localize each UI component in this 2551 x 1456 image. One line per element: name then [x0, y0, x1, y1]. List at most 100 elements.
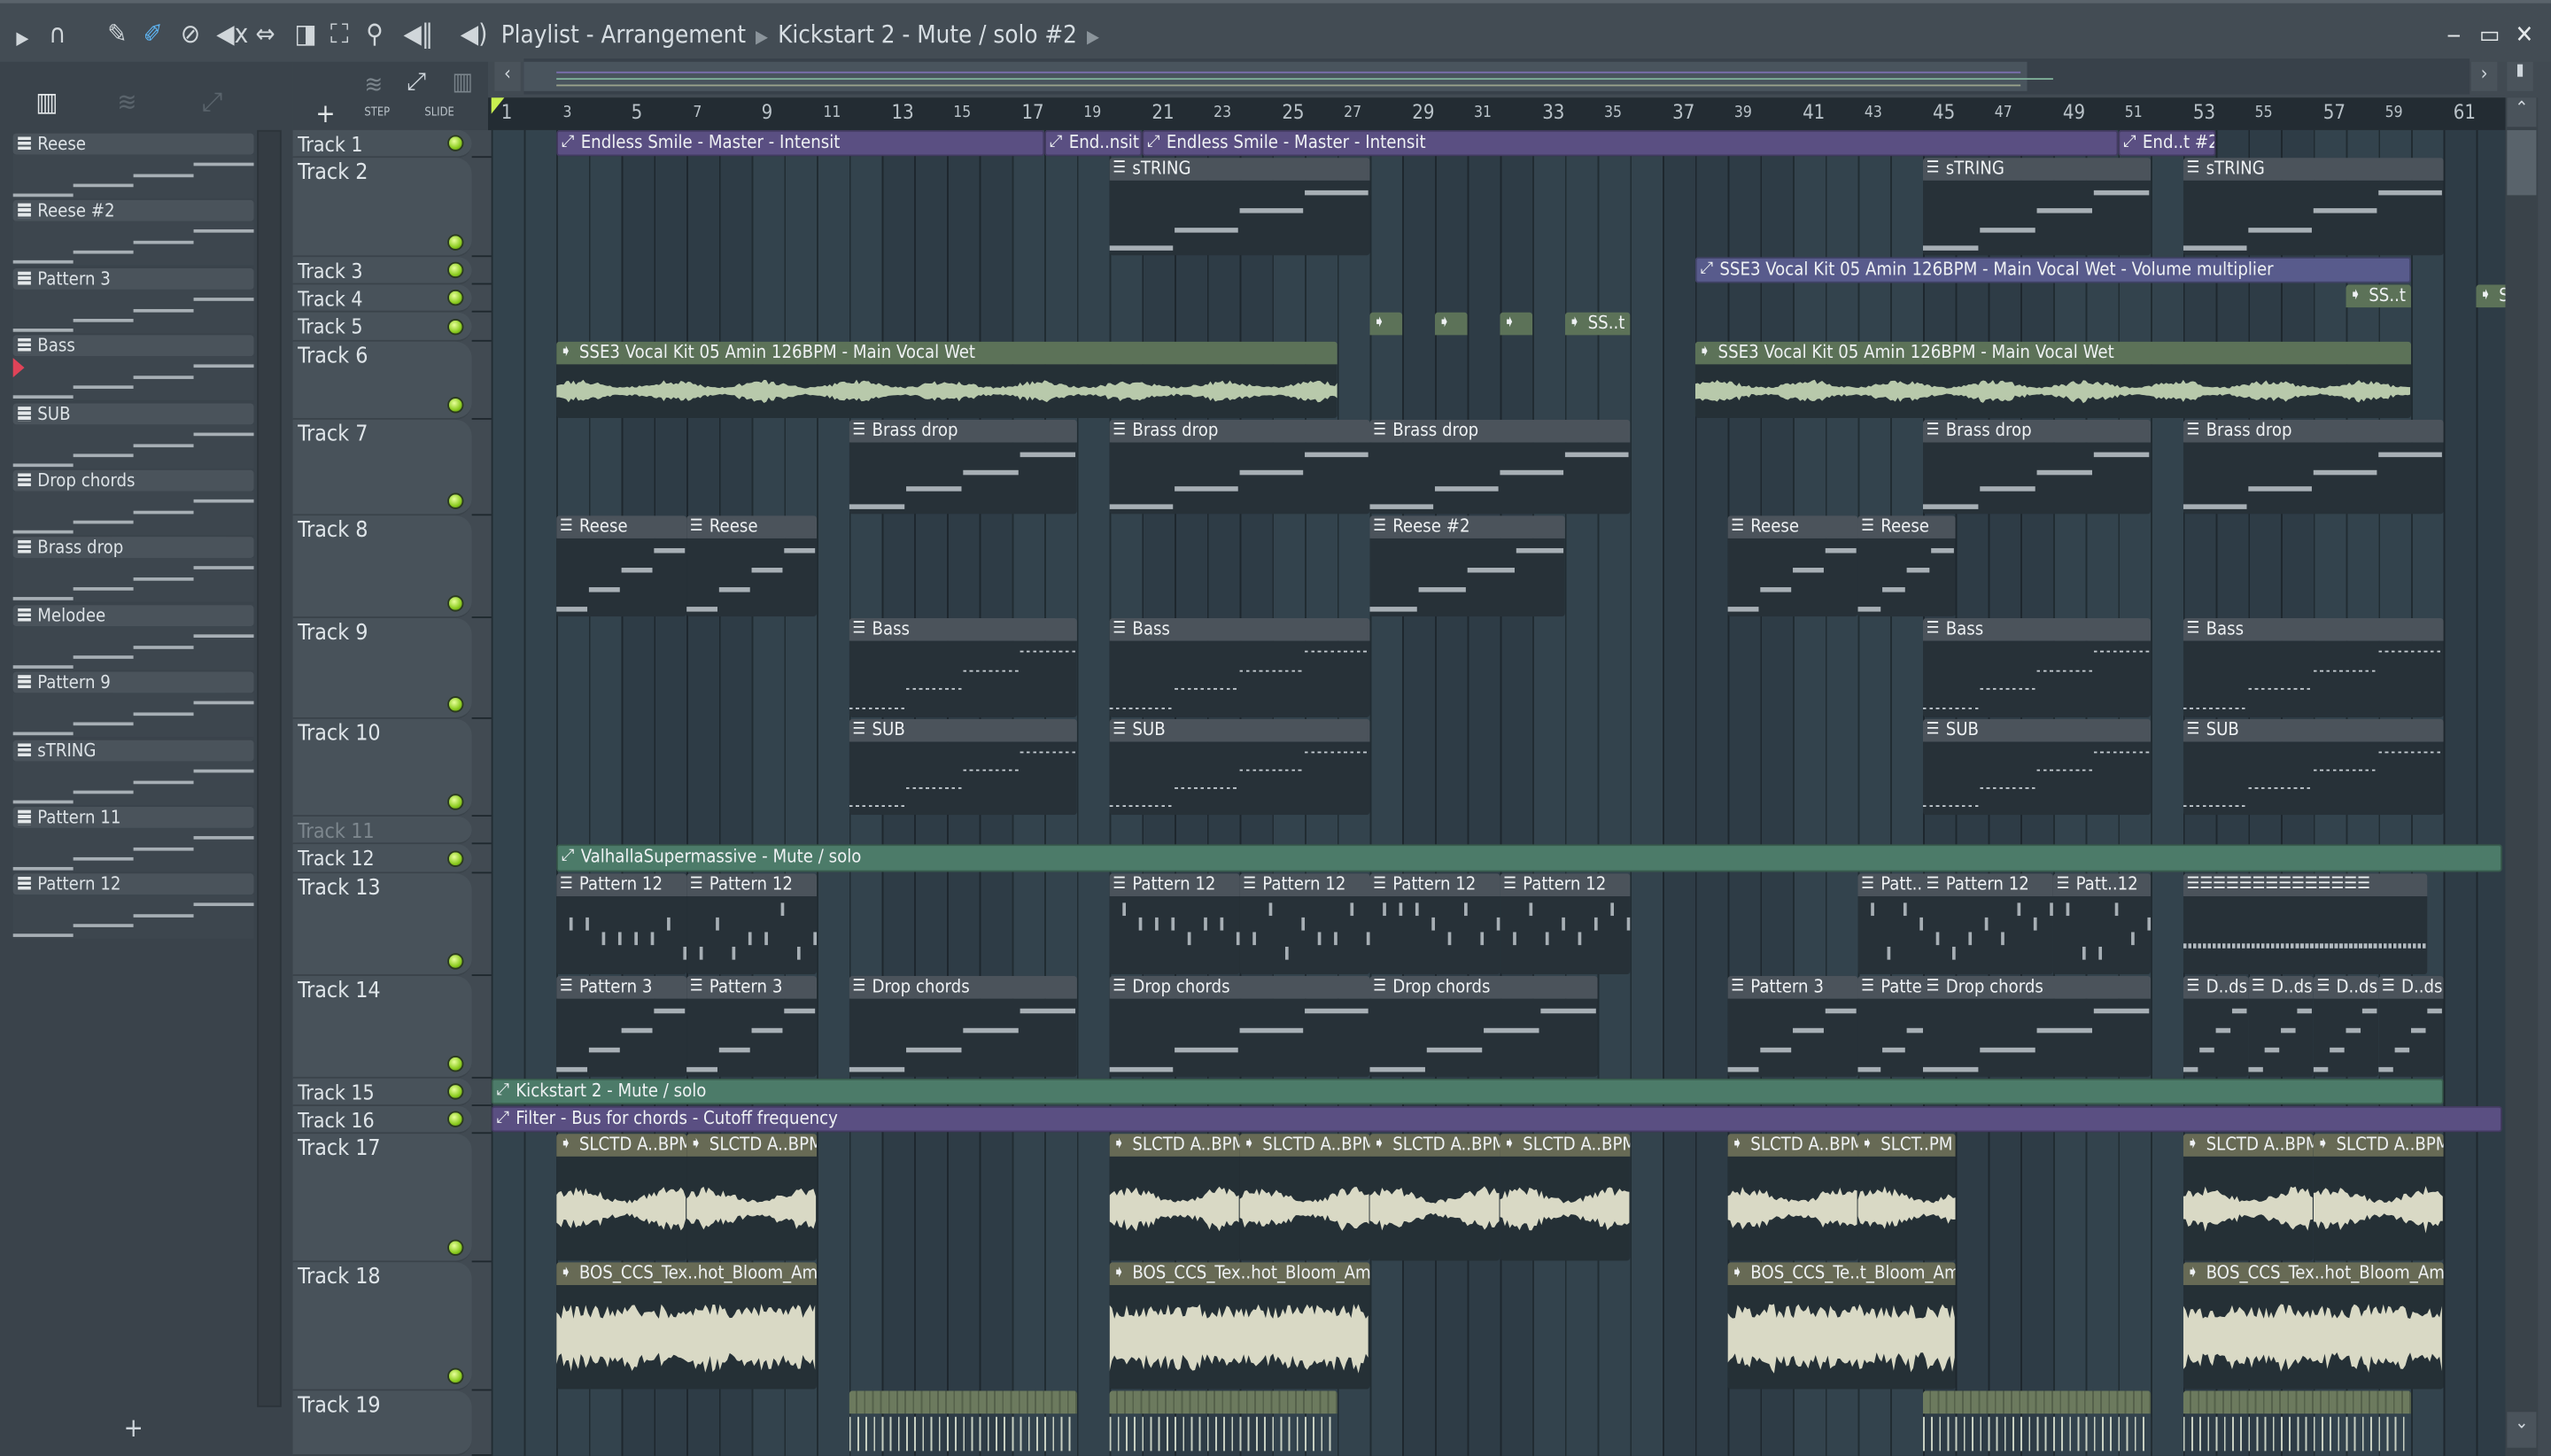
automation-icon[interactable]: ⤢ [202, 86, 223, 119]
audio-clip[interactable]: ➧ SLCTD A..BPM [1369, 1134, 1500, 1261]
audio-clip[interactable]: ➧ SLCTD A..BPM [2183, 1134, 2314, 1261]
add-track-button[interactable]: + [315, 97, 335, 128]
track-name[interactable]: Track 18 [298, 1264, 380, 1289]
pattern-clip[interactable]: ☰ SUB [849, 718, 1077, 816]
track-header[interactable]: Track 14 [292, 976, 472, 1079]
audio-clip[interactable]: ➧ SLCTD A..BPM [556, 1134, 687, 1261]
track-header[interactable]: Track 4 [292, 284, 472, 313]
scroll-up-button[interactable]: ⌃ [2507, 97, 2537, 128]
auto-clip[interactable]: ⤢ End..nsit [1044, 129, 1143, 157]
track-enable-led[interactable] [447, 1239, 464, 1256]
step-toggle[interactable]: STEP [364, 105, 390, 119]
track-name[interactable]: Track 13 [298, 875, 380, 901]
track-header[interactable]: Track 19 [292, 1390, 472, 1456]
pattern-clip[interactable]: ☰ Drop chords [1922, 976, 2152, 1077]
audio-clip[interactable]: ➧ SLCTD A..BPM [2313, 1134, 2444, 1261]
track-enable-led[interactable] [447, 595, 464, 612]
track-enable-led[interactable] [447, 318, 464, 336]
track-name[interactable]: Track 8 [298, 517, 368, 543]
track-name[interactable]: Track 4 [298, 286, 362, 311]
timeline-ruler[interactable]: 1 3 5 7 9 11 13 15 17 19 21 23 25 27 29 31 33 35 37 39 41 43 4… [488, 97, 2506, 130]
pattern-clip[interactable]: ☰ Drop chords [849, 976, 1077, 1077]
track-enable-led[interactable] [447, 850, 464, 867]
delete-tool-icon[interactable]: ⊘ [181, 19, 200, 49]
pattern-clip[interactable]: ☰ Brass drop [849, 419, 1077, 515]
track-enable-led[interactable] [447, 492, 464, 509]
pattern-clip[interactable]: ☰ Reese #2 [1369, 515, 1565, 617]
overview-viewport[interactable] [523, 61, 2028, 91]
track-enable-led[interactable] [447, 696, 464, 713]
pattern-clip[interactable]: ☰ Brass drop [2183, 419, 2444, 515]
auto-clip[interactable]: ⤢ Endless Smile - Master - Intensit [556, 129, 1045, 157]
audio-clip[interactable]: ➧ SS..t [1564, 312, 1631, 340]
track-name[interactable]: Track 2 [298, 159, 368, 185]
add-pattern-button[interactable]: + [124, 1412, 143, 1443]
audio-clip[interactable]: ➧ SLCT..PM [1857, 1134, 1956, 1261]
track-header[interactable]: Track 3 [292, 257, 472, 285]
audio-clip[interactable]: ➧ SS..t [2476, 284, 2506, 310]
track-header[interactable]: Track 15 [292, 1078, 472, 1106]
breadcrumb-arrow-icon[interactable]: ▶ [1087, 26, 1099, 47]
track-enable-led[interactable] [447, 794, 464, 810]
pattern-list-item[interactable]: Reese #2 [12, 200, 254, 267]
pattern-clip-icon[interactable]: ▥ [453, 66, 473, 96]
track-enable-led[interactable] [447, 397, 464, 414]
menu-arrow-icon[interactable]: ▶ [16, 25, 28, 54]
track-header[interactable]: Track 9 [292, 617, 472, 719]
select-tool-icon[interactable]: ⛶ [330, 19, 349, 49]
track-header[interactable]: Track 2 [292, 158, 472, 258]
pattern-clip[interactable]: ☰☰☰☰☰☰☰☰☰☰☰☰☰☰ [2183, 873, 2428, 975]
vertical-scrollbar[interactable]: ⌃ ⌄ [2505, 97, 2539, 1456]
pattern-clip[interactable]: ☰ SUB [1922, 718, 2152, 816]
pattern-clip[interactable]: ☰ Reese [686, 515, 818, 617]
pattern-list-item[interactable]: Pattern 12 [12, 874, 254, 941]
audio-clip[interactable]: ➧ BOS_CCS_Tex..hot_Bloom_Am [556, 1262, 818, 1390]
audio-clip[interactable]: ➧ [1109, 1390, 1338, 1454]
audio-clip[interactable]: ➧ BOS_CCS_Tex..hot_Bloom_Am [2183, 1262, 2444, 1390]
pattern-clip[interactable]: ☰ Pattern 3 [686, 976, 818, 1077]
track-name[interactable]: Track 14 [298, 978, 380, 1003]
auto-clip[interactable]: ⤢ End..t #2 [2118, 129, 2216, 157]
mute-tool-icon[interactable]: ◀x [216, 19, 248, 49]
pattern-clip[interactable]: ☰ sTRING [2183, 158, 2444, 256]
pattern-list-item[interactable]: SUB [12, 402, 254, 469]
track-enable-led[interactable] [447, 953, 464, 970]
playhead-marker-icon[interactable] [491, 97, 505, 114]
pattern-clip[interactable]: ☰ Pattern 12 [1109, 873, 1240, 975]
track-name[interactable]: Track 1 [298, 132, 362, 157]
pattern-list-item[interactable]: sTRING [12, 739, 254, 806]
track-header[interactable]: Track 17 [292, 1134, 472, 1263]
pattern-clip[interactable]: ☰ Bass [1109, 617, 1370, 717]
track-header[interactable]: Track 10 [292, 718, 472, 817]
track-enable-led[interactable] [447, 261, 464, 279]
close-icon[interactable]: ✕ [2516, 19, 2534, 49]
track-name[interactable]: Track 12 [298, 846, 375, 871]
track-name[interactable]: Track 9 [298, 620, 368, 646]
pattern-clip[interactable]: ☰ Pattern 12 [1369, 873, 1500, 975]
track-name[interactable]: Track 15 [298, 1080, 375, 1105]
track-enable-led[interactable] [447, 1056, 464, 1073]
pattern-list-item[interactable]: Reese [12, 133, 254, 200]
track-enable-led[interactable] [447, 135, 464, 151]
pattern-list-item[interactable]: Pattern 9 [12, 671, 254, 739]
pattern-list-item[interactable]: Bass [12, 335, 254, 402]
track-header[interactable]: Track 11 [292, 817, 472, 845]
playlist-grid[interactable]: ⤢ Endless Smile - Master - Intensit ⤢ End..… [491, 129, 2506, 1456]
pattern-list-item[interactable]: Drop chords [12, 469, 254, 537]
track-enable-led[interactable] [447, 234, 464, 251]
track-name[interactable]: Track 19 [298, 1392, 380, 1418]
audio-clip[interactable]: ➧ [1922, 1390, 2152, 1454]
paint-brush-icon[interactable]: ✐ [143, 19, 163, 49]
audio-clip[interactable]: ➧ SS..t [2346, 284, 2411, 310]
pattern-clip[interactable]: ☰ Reese [1857, 515, 1956, 617]
track-name[interactable]: Track 6 [298, 344, 368, 369]
track-header[interactable]: Track 7 [292, 419, 472, 516]
audio-clip[interactable]: ➧ SSE3 Vocal Kit 05 Amin 126BPM - Main Vo… [1694, 341, 2411, 419]
audio-wave-icon[interactable]: ≋ [117, 86, 136, 117]
pattern-list-item[interactable]: Melodee [12, 604, 254, 671]
pattern-clip[interactable]: ☰ D..ds [2313, 976, 2379, 1077]
auto-clip[interactable]: ⤢ ValhallaSupermassive - Mute / solo [556, 844, 2502, 872]
audio-clip[interactable]: ➧ [1369, 312, 1403, 340]
zoom-handle[interactable]: ▮ [2507, 61, 2533, 91]
audio-clip[interactable]: ➧ SLCTD A..BPM [1109, 1134, 1240, 1261]
